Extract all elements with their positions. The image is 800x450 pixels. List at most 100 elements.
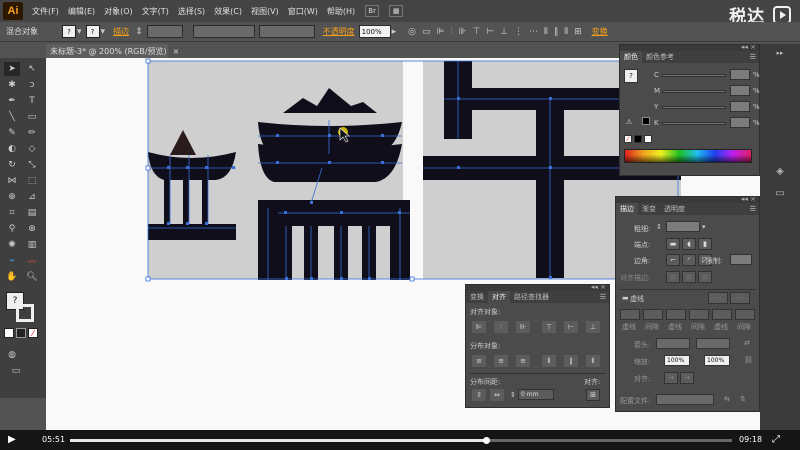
arrow-start-select[interactable] [656, 338, 690, 349]
horizontal-align-left-icon[interactable]: ⊫ [472, 321, 486, 333]
arrow-end-select[interactable] [696, 338, 730, 349]
collapse-dock-icon[interactable]: ▸▸ [772, 46, 788, 60]
tab-color-guide[interactable]: 颜色参考 [642, 52, 678, 62]
mesh-tool-icon[interactable]: ⌗ [4, 206, 20, 220]
channel-m-slider[interactable] [662, 90, 726, 93]
channel-k-field[interactable] [730, 117, 750, 128]
channel-y-slider[interactable] [662, 106, 726, 109]
align-stroke-outside-icon[interactable]: ▫ [698, 271, 712, 283]
rectangle-tool-icon[interactable]: ▭ [24, 110, 40, 124]
align-right-icon[interactable]: ⊪ [459, 27, 467, 37]
menu-object[interactable]: 对象(O) [104, 6, 133, 17]
align-top-icon[interactable]: ⊤ [472, 27, 480, 37]
menu-type[interactable]: 文字(T) [142, 6, 169, 17]
screen-mode-icon[interactable]: ▭ [8, 364, 24, 378]
channel-y-field[interactable] [730, 101, 750, 112]
distribute-left-icon[interactable]: ⫴ [544, 27, 548, 37]
distribute-v-icon[interactable]: ⋯ [529, 27, 538, 37]
recolor-artwork-icon[interactable]: ◎ [408, 27, 416, 37]
horizontal-align-center-icon[interactable]: ⫶ [494, 321, 508, 333]
progress-knob[interactable] [483, 437, 491, 444]
gradient-tool-icon[interactable]: ▤ [24, 206, 40, 220]
align-panel-menu-icon[interactable]: ☰ [600, 293, 606, 301]
menu-edit[interactable]: 编辑(E) [68, 6, 95, 17]
menu-select[interactable]: 选择(S) [178, 6, 205, 17]
pencil-tool-icon[interactable]: ✏ [24, 126, 40, 140]
none-mode-icon[interactable]: ⁄ [28, 328, 38, 338]
flip-across-icon[interactable]: ⇅ [740, 395, 746, 403]
round-cap-icon[interactable]: ◖ [682, 238, 696, 250]
direct-selection-tool-icon[interactable]: ↖ [24, 62, 40, 76]
channel-c-field[interactable] [730, 69, 750, 80]
symbol-sprayer-tool-icon[interactable]: ✺ [4, 238, 20, 252]
rotate-tool-icon[interactable]: ↻ [4, 158, 20, 172]
draw-mode-icon[interactable]: ◍ [4, 348, 20, 362]
butt-cap-icon[interactable]: ▬ [666, 238, 680, 250]
eraser-tool-icon[interactable]: ◇ [24, 142, 40, 156]
white-swatch-icon[interactable] [644, 135, 652, 143]
arrow-align-1-icon[interactable]: → [664, 372, 678, 384]
vertical-align-top-icon[interactable]: ⊤ [542, 321, 556, 333]
horizontal-distribute-right-icon[interactable]: ⫴ [586, 355, 600, 367]
scale-start-field[interactable]: 100% [664, 355, 690, 366]
scale-end-field[interactable]: 100% [704, 355, 730, 366]
perspective-grid-tool-icon[interactable]: ⊿ [24, 190, 40, 204]
document-tab[interactable]: 未标题-3* @ 200% (RGB/预览) × [46, 44, 179, 58]
column-graph-tool-icon[interactable]: ▥ [24, 238, 40, 252]
dash-field-3[interactable] [712, 309, 732, 320]
arrange-documents-button[interactable]: ▦ [389, 5, 404, 17]
menu-help[interactable]: 帮助(H) [327, 6, 355, 17]
align-bottom-icon[interactable]: ⊥ [500, 27, 508, 37]
align-stroke-inside-icon[interactable]: ▫ [682, 271, 696, 283]
bridge-button[interactable]: Br [365, 5, 380, 17]
artboard-tool-icon[interactable]: ⌁ [4, 254, 20, 268]
horizontal-distribute-center-icon[interactable]: ∥ [564, 355, 578, 367]
stroke-swatch[interactable]: ? [85, 25, 100, 38]
projecting-cap-icon[interactable]: ▮ [698, 238, 712, 250]
panel-menu-icon[interactable]: ☰ [750, 53, 756, 61]
horizontal-align-right-icon[interactable]: ⊪ [516, 321, 530, 333]
progress-bar[interactable] [70, 437, 732, 444]
stroke-weight-stepper[interactable]: ⇕ [135, 27, 143, 37]
channel-m-field[interactable] [730, 85, 750, 96]
vertical-align-bottom-icon[interactable]: ⊥ [586, 321, 600, 333]
spacing-stepper-icon[interactable]: ⇕ [510, 391, 516, 399]
close-stroke-panel-icon[interactable]: ◂◂ × [741, 195, 756, 203]
distribute-right-icon[interactable]: ⫴ [564, 27, 568, 37]
width-tool-icon[interactable]: ⋈ [4, 174, 20, 188]
align-middle-icon[interactable]: ⊢ [486, 27, 494, 37]
gradient-mode-icon[interactable] [16, 328, 26, 338]
menu-effect[interactable]: 效果(C) [214, 6, 242, 17]
black-swatch-icon[interactable] [634, 135, 642, 143]
tab-gradient[interactable]: 渐变 [638, 204, 660, 214]
horizontal-distribute-space-icon[interactable]: ⇔ [490, 389, 504, 401]
fill-dropdown-icon[interactable]: ▾ [77, 27, 82, 37]
fullscreen-icon[interactable]: ⤢ [772, 434, 780, 445]
arrow-align-2-icon[interactable]: → [680, 372, 694, 384]
tab-align[interactable]: 对齐 [488, 291, 510, 303]
gap-field-2[interactable] [689, 309, 709, 320]
fill-stroke-swatch-icon[interactable]: ? [624, 69, 638, 83]
align-center-icon[interactable]: ⫶ [450, 27, 452, 37]
none-swatch-icon[interactable]: ⁄ [624, 135, 632, 143]
dash-field-1[interactable] [620, 309, 640, 320]
flip-along-icon[interactable]: ⇆ [724, 395, 730, 403]
stroke-weight-field[interactable] [146, 25, 183, 38]
free-transform-tool-icon[interactable]: ⬚ [24, 174, 40, 188]
close-align-panel-icon[interactable]: ◂◂ × [591, 283, 606, 291]
swap-arrows-icon[interactable]: ⇄ [744, 339, 750, 347]
distribute-h-icon[interactable]: ⋮ [514, 27, 523, 37]
zoom-tool-icon[interactable]: 🔍︎ [24, 270, 40, 284]
menu-file[interactable]: 文件(F) [32, 6, 59, 17]
color-spectrum[interactable] [624, 149, 752, 163]
round-join-icon[interactable]: ◜ [682, 254, 696, 266]
link-scale-icon[interactable]: ⛓ [744, 356, 753, 364]
blob-brush-tool-icon[interactable]: ◐ [4, 142, 20, 156]
horizontal-distribute-left-icon[interactable]: ⫴ [542, 355, 556, 367]
spacing-field[interactable]: 0 mm [518, 389, 554, 400]
selection-tool-icon[interactable]: ➤ [4, 62, 20, 76]
limit-field[interactable] [730, 254, 752, 265]
weight-stepper-icon[interactable]: ⇕ [656, 223, 662, 231]
opacity-field[interactable]: 100% [358, 25, 391, 38]
tab-stroke[interactable]: 描边 [616, 203, 638, 215]
